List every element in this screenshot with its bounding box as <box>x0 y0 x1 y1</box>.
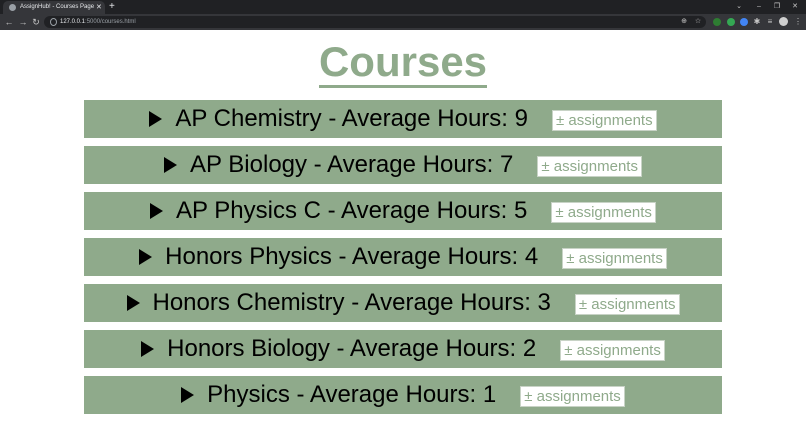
course-row[interactable]: AP Biology - Average Hours: 7 ± assignme… <box>84 146 722 184</box>
url-text: 127.0.0.1:5000/courses.html <box>60 19 136 25</box>
course-label: Physics - Average Hours: 1 <box>207 381 497 408</box>
expand-arrow-icon[interactable] <box>149 111 163 127</box>
course-label: Honors Chemistry - Average Hours: 3 <box>152 289 551 316</box>
tab-search-icon[interactable]: ⌄ <box>732 0 746 14</box>
course-row[interactable]: Honors Chemistry - Average Hours: 3 ± as… <box>84 284 722 322</box>
address-bar[interactable]: 127.0.0.1:5000/courses.html ⊕ ☆ <box>44 16 706 28</box>
close-tab-icon[interactable]: ✕ <box>96 2 102 13</box>
page-content: Courses AP Chemistry - Average Hours: 9 … <box>0 30 806 437</box>
toggle-assignments-button[interactable]: ± assignments <box>560 340 665 361</box>
shield-extension-icon[interactable] <box>713 18 721 26</box>
install-app-icon[interactable]: ⊕ <box>680 18 688 26</box>
course-row[interactable]: Physics - Average Hours: 1 ± assignments <box>84 376 722 414</box>
back-arrow-icon[interactable]: ← <box>3 15 15 29</box>
toggle-assignments-button[interactable]: ± assignments <box>562 248 667 269</box>
restore-icon[interactable]: ❐ <box>770 0 784 14</box>
course-label: AP Physics C - Average Hours: 5 <box>176 197 528 224</box>
course-label: AP Biology - Average Hours: 7 <box>190 151 514 178</box>
grammar-extension-icon[interactable] <box>727 18 735 26</box>
tab-title: AssignHub! - Courses Page <box>20 4 95 10</box>
toggle-assignments-button[interactable]: ± assignments <box>574 294 680 315</box>
browser-toolbar: ← → ↻ 127.0.0.1:5000/courses.html ⊕ ☆ ✱ … <box>0 14 806 30</box>
media-queue-icon[interactable]: ≡ <box>765 16 775 28</box>
page-title: Courses <box>0 38 806 88</box>
expand-arrow-icon[interactable] <box>164 157 178 173</box>
reload-icon[interactable]: ↻ <box>30 15 42 29</box>
forward-arrow-icon[interactable]: → <box>17 15 29 29</box>
course-row[interactable]: Honors Physics - Average Hours: 4 ± assi… <box>84 238 722 276</box>
close-window-icon[interactable]: ✕ <box>788 0 802 14</box>
menu-dots-icon[interactable]: ⋮ <box>793 16 803 28</box>
toggle-assignments-button[interactable]: ± assignments <box>520 386 625 407</box>
blue-extension-icon[interactable] <box>740 18 748 26</box>
browser-tab[interactable]: AssignHub! - Courses Page ✕ <box>3 1 105 14</box>
expand-arrow-icon[interactable] <box>181 387 195 403</box>
toggle-assignments-button[interactable]: ± assignments <box>537 156 642 177</box>
expand-arrow-icon[interactable] <box>139 249 153 265</box>
profile-avatar[interactable] <box>779 17 788 26</box>
course-row[interactable]: AP Chemistry - Average Hours: 9 ± assign… <box>84 100 722 138</box>
expand-arrow-icon[interactable] <box>126 295 140 311</box>
course-row[interactable]: Honors Biology - Average Hours: 2 ± assi… <box>84 330 722 368</box>
new-tab-button[interactable]: + <box>109 0 115 14</box>
expand-arrow-icon[interactable] <box>150 203 164 219</box>
browser-tab-strip: AssignHub! - Courses Page ✕ + ⌄ – ❐ ✕ <box>0 0 806 14</box>
minimize-icon[interactable]: – <box>752 0 766 14</box>
course-label: AP Chemistry - Average Hours: 9 <box>175 105 528 132</box>
puzzle-extensions-icon[interactable]: ✱ <box>752 16 762 28</box>
globe-icon <box>9 4 16 11</box>
course-row[interactable]: AP Physics C - Average Hours: 5 ± assign… <box>84 192 722 230</box>
bookmark-star-icon[interactable]: ☆ <box>694 18 702 26</box>
toggle-assignments-button[interactable]: ± assignments <box>551 110 657 131</box>
course-label: Honors Physics - Average Hours: 4 <box>165 243 539 270</box>
site-info-icon[interactable] <box>50 18 57 26</box>
course-label: Honors Biology - Average Hours: 2 <box>167 335 537 362</box>
expand-arrow-icon[interactable] <box>141 341 155 357</box>
toggle-assignments-button[interactable]: ± assignments <box>551 202 656 223</box>
